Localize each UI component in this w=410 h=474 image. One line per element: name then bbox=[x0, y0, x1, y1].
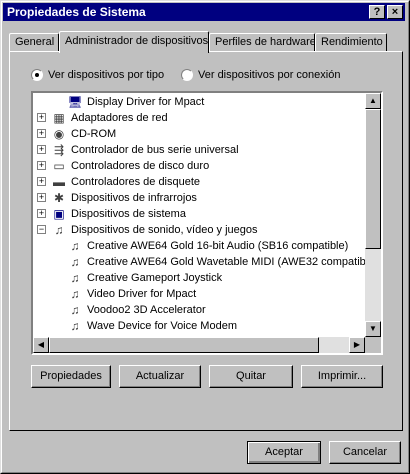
ok-button[interactable]: Aceptar bbox=[247, 441, 321, 464]
window-title: Propiedades de Sistema bbox=[7, 5, 146, 19]
multimedia-icon: ♫ bbox=[54, 223, 64, 237]
tree-item-label: Display Driver for Mpact bbox=[87, 96, 205, 108]
tree-item-label: Voodoo2 3D Accelerator bbox=[87, 304, 206, 316]
tree-item-label: Creative Gameport Joystick bbox=[87, 272, 223, 284]
tree-item[interactable]: + ▬ Controladores de disquete bbox=[33, 174, 365, 190]
print-button[interactable]: Imprimir... bbox=[301, 365, 383, 388]
horizontal-scrollbar[interactable]: ◀ ▶ bbox=[33, 337, 365, 353]
tree-item-label: Controladores de disquete bbox=[71, 176, 201, 188]
multimedia-icon: ♫ bbox=[70, 271, 80, 285]
cdrom-icon: ◉ bbox=[53, 127, 65, 141]
view-by-connection-option[interactable]: Ver dispositivos por conexión bbox=[181, 69, 340, 81]
tree-expander[interactable]: − bbox=[37, 225, 46, 234]
tree-item-label: Dispositivos de infrarrojos bbox=[71, 192, 197, 204]
multimedia-icon: ♫ bbox=[70, 287, 80, 301]
horizontal-scroll-thumb[interactable] bbox=[49, 337, 319, 353]
tree-expander[interactable]: + bbox=[37, 113, 46, 122]
tab-performance[interactable]: Rendimiento bbox=[315, 33, 387, 51]
view-by-connection-radio[interactable] bbox=[181, 69, 193, 81]
tree-expander[interactable]: + bbox=[37, 177, 46, 186]
network-card-icon: ▦ bbox=[53, 111, 65, 125]
tree-item-label: Controladores de disco duro bbox=[71, 160, 210, 172]
properties-button[interactable]: Propiedades bbox=[31, 365, 111, 388]
tree-expander[interactable]: + bbox=[37, 145, 46, 154]
tab-general[interactable]: General bbox=[9, 33, 59, 51]
scroll-right-button[interactable]: ▶ bbox=[349, 337, 365, 353]
tab-strip: General Administrador de dispositivos Pe… bbox=[9, 31, 403, 53]
close-button[interactable]: × bbox=[387, 5, 403, 19]
tree-item-label: Controlador de bus serie universal bbox=[71, 144, 239, 156]
view-by-type-option[interactable]: Ver dispositivos por tipo bbox=[31, 69, 164, 81]
infrared-icon: ✱ bbox=[53, 191, 65, 205]
tree-expander[interactable]: + bbox=[37, 209, 46, 218]
floppy-controller-icon: ▬ bbox=[53, 175, 65, 189]
system-device-icon: ▣ bbox=[53, 207, 65, 221]
tab-hardware-profiles[interactable]: Perfiles de hardware bbox=[209, 33, 316, 51]
view-by-connection-label: Ver dispositivos por conexión bbox=[198, 69, 341, 81]
tree-expander[interactable]: + bbox=[37, 193, 46, 202]
tree-item-label: Creative AWE64 Gold Wavetable MIDI (AWE3… bbox=[87, 256, 365, 268]
multimedia-icon: ♫ bbox=[70, 319, 80, 333]
tree-expander[interactable]: + bbox=[37, 161, 46, 170]
tree-item[interactable]: ♫ Wave Device for Voice Modem bbox=[33, 318, 365, 334]
multimedia-icon: ♫ bbox=[70, 303, 80, 317]
tree-item[interactable]: ♫ Creative Gameport Joystick bbox=[33, 270, 365, 286]
scroll-up-button[interactable]: ▲ bbox=[365, 93, 381, 109]
tree-item-label: Dispositivos de sonido, vídeo y juegos bbox=[71, 224, 258, 236]
view-by-type-label: Ver dispositivos por tipo bbox=[48, 69, 165, 81]
remove-button[interactable]: Quitar bbox=[209, 365, 293, 388]
tree-item-label: Adaptadores de red bbox=[71, 112, 168, 124]
tree-item[interactable]: + ⇶ Controlador de bus serie universal bbox=[33, 142, 365, 158]
device-tree[interactable]: 🖥 Display Driver for Mpact + ▦ Adaptadores d… bbox=[31, 91, 383, 355]
tab-device-manager[interactable]: Administrador de dispositivos bbox=[59, 31, 209, 53]
tree-expander[interactable]: + bbox=[37, 129, 46, 138]
device-tree-viewport: 🖥 Display Driver for Mpact + ▦ Adaptadores d… bbox=[33, 93, 365, 337]
help-button[interactable]: ? bbox=[369, 5, 385, 19]
tree-item[interactable]: − ♫ Dispositivos de sonido, vídeo y juegos bbox=[33, 222, 365, 238]
tree-item-label: Dispositivos de sistema bbox=[71, 208, 186, 220]
multimedia-icon: ♫ bbox=[70, 255, 80, 269]
scroll-down-button[interactable]: ▼ bbox=[365, 321, 381, 337]
tree-item-label: CD-ROM bbox=[71, 128, 117, 140]
monitor-icon: 🖥 bbox=[67, 95, 83, 109]
cancel-button[interactable]: Cancelar bbox=[329, 441, 401, 464]
scrollbar-corner bbox=[365, 337, 381, 353]
disk-controller-icon: ▭ bbox=[53, 159, 65, 173]
refresh-button[interactable]: Actualizar bbox=[119, 365, 201, 388]
tree-item[interactable]: ♫ Creative AWE64 Gold 16-bit Audio (SB16 … bbox=[33, 238, 365, 254]
tree-item[interactable]: + ◉ CD-ROM bbox=[33, 126, 365, 142]
tree-item[interactable]: + ▣ Dispositivos de sistema bbox=[33, 206, 365, 222]
tree-item[interactable]: 🖥 Display Driver for Mpact bbox=[33, 94, 365, 110]
vertical-scroll-thumb[interactable] bbox=[365, 109, 381, 249]
tree-item[interactable]: ♫ Video Driver for Mpact bbox=[33, 286, 365, 302]
tree-item-label: Wave Device for Voice Modem bbox=[87, 320, 237, 332]
tree-item[interactable]: + ▭ Controladores de disco duro bbox=[33, 158, 365, 174]
usb-icon: ⇶ bbox=[53, 143, 65, 157]
tree-item-label: Creative AWE64 Gold 16-bit Audio (SB16 c… bbox=[87, 240, 349, 252]
view-by-type-radio[interactable] bbox=[31, 69, 43, 81]
system-properties-window: Propiedades de Sistema ? × General Admin… bbox=[0, 0, 410, 474]
scroll-left-button[interactable]: ◀ bbox=[33, 337, 49, 353]
tree-item-label: Video Driver for Mpact bbox=[87, 288, 197, 300]
title-bar[interactable]: Propiedades de Sistema ? × bbox=[3, 3, 405, 21]
tree-item[interactable]: ♫ Creative AWE64 Gold Wavetable MIDI (AWE… bbox=[33, 254, 366, 270]
tree-item[interactable]: + ✱ Dispositivos de infrarrojos bbox=[33, 190, 365, 206]
vertical-scrollbar[interactable]: ▲ ▼ bbox=[365, 93, 381, 337]
tree-item[interactable]: ♫ Voodoo2 3D Accelerator bbox=[33, 302, 365, 318]
tree-item[interactable]: + ▦ Adaptadores de red bbox=[33, 110, 365, 126]
multimedia-icon: ♫ bbox=[70, 239, 80, 253]
